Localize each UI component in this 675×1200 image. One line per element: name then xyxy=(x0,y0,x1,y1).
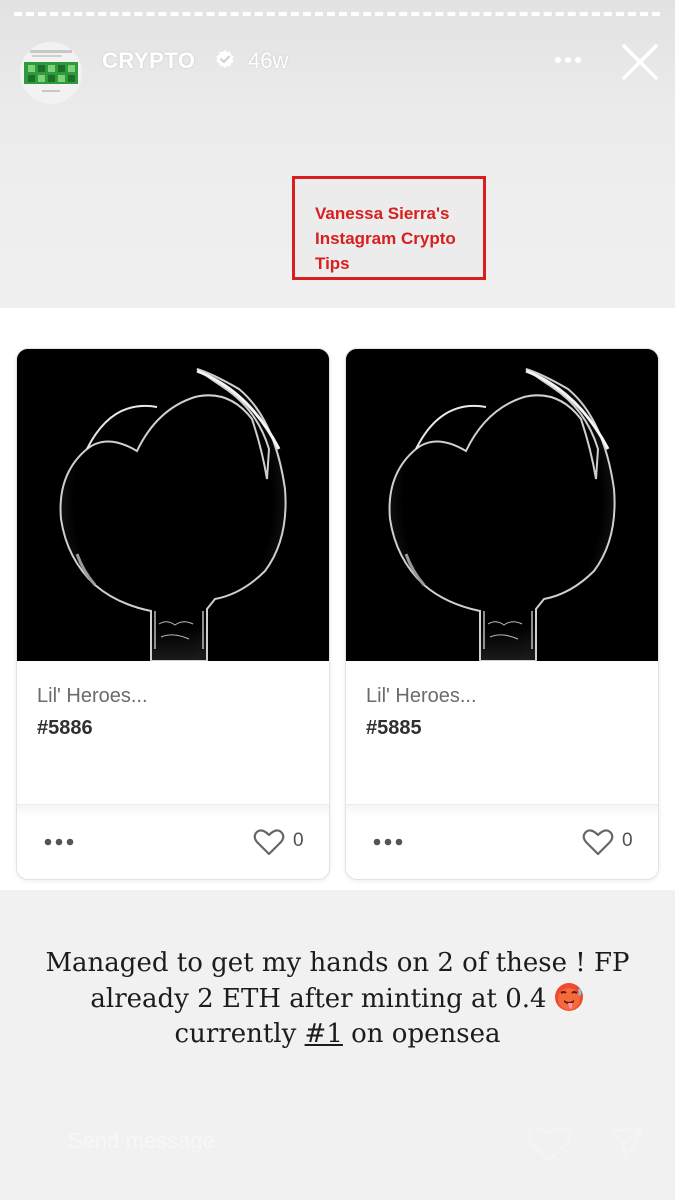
avatar[interactable] xyxy=(20,42,82,104)
nft-image xyxy=(17,349,329,661)
username[interactable]: CRYPTO xyxy=(102,48,195,74)
direct-share-icon[interactable] xyxy=(606,1124,646,1164)
avatar-image xyxy=(20,42,82,104)
hot-face-emoji-icon xyxy=(554,983,583,1011)
close-icon[interactable] xyxy=(620,42,660,82)
nft-image xyxy=(346,349,658,661)
more-options-icon[interactable] xyxy=(552,48,584,72)
token-id: #5886 xyxy=(37,717,93,739)
hashtag-link[interactable]: #1 xyxy=(305,1019,343,1049)
more-options-icon[interactable] xyxy=(43,837,75,847)
watermark-label: Vanessa Sierra's Instagram Crypto Tips xyxy=(292,176,486,280)
caption-line: Managed to get my hands on 2 of these ! … xyxy=(45,948,630,978)
more-options-icon[interactable] xyxy=(372,837,404,847)
verified-badge-icon xyxy=(216,50,234,68)
card-footer: 0 xyxy=(17,804,329,879)
caption-text: on opensea xyxy=(342,1019,501,1049)
collection-name: Lil' Heroes... xyxy=(37,685,148,707)
caption-line: currently #1 on opensea xyxy=(30,1017,645,1052)
collection-name: Lil' Heroes... xyxy=(366,685,477,707)
nft-card[interactable]: Lil' Heroes... #5885 0 xyxy=(345,348,659,880)
heart-icon[interactable] xyxy=(526,1124,572,1164)
story-caption: Managed to get my hands on 2 of these ! … xyxy=(30,946,645,1052)
story-progress-bar xyxy=(14,12,660,22)
heart-icon[interactable] xyxy=(253,827,285,857)
caption-text: already 2 ETH after minting at 0.4 xyxy=(90,984,547,1014)
heart-icon[interactable] xyxy=(582,827,614,857)
like-count: 0 xyxy=(622,830,633,851)
token-id: #5885 xyxy=(366,717,422,739)
caption-line: already 2 ETH after minting at 0.4 xyxy=(30,981,645,1017)
nft-card[interactable]: Lil' Heroes... #5886 0 xyxy=(16,348,330,880)
shared-screenshot: Lil' Heroes... #5886 0 Lil' Heroes... #5… xyxy=(0,308,675,890)
send-message-input[interactable]: Send message xyxy=(68,1128,215,1154)
story-timestamp: 46w xyxy=(248,48,289,73)
story-header: CRYPTO 46w xyxy=(0,28,675,104)
caption-text: currently xyxy=(174,1019,305,1049)
card-footer: 0 xyxy=(346,804,658,879)
like-count: 0 xyxy=(293,830,304,851)
